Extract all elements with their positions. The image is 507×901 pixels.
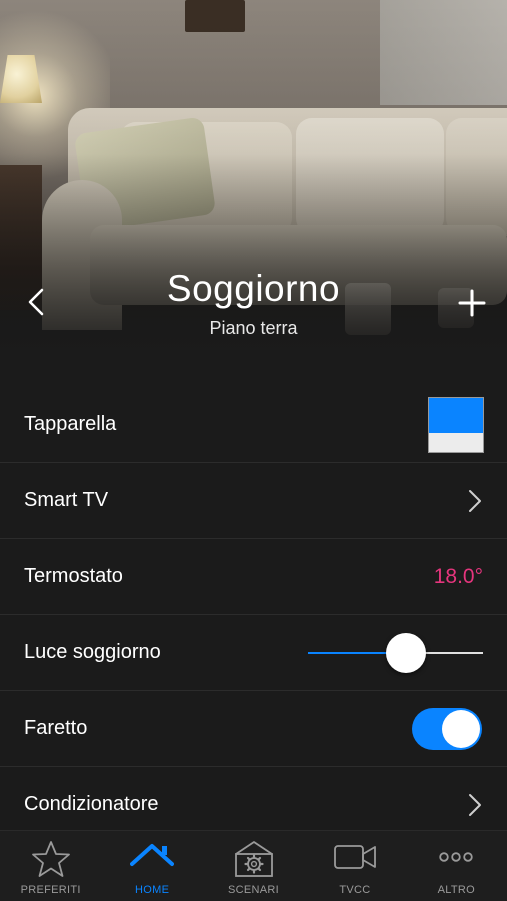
tab-preferiti[interactable]: PREFERITI (0, 831, 101, 901)
video-camera-icon (334, 845, 376, 869)
tab-label: PREFERITI (20, 884, 81, 896)
device-row-smart-tv[interactable]: Smart TV (0, 463, 507, 539)
device-row-faretto[interactable]: Faretto (0, 691, 507, 767)
page-title: Soggiorno (166, 268, 341, 309)
tab-altro[interactable]: ALTRO (406, 831, 507, 901)
tab-bar: PREFERITI HOME SCENARI TVCC ALTRO (0, 830, 507, 901)
dimmer-slider[interactable] (308, 633, 483, 673)
device-list: Tapparella Smart TV Termostato 18.0° Luc… (0, 387, 507, 843)
device-row-termostato[interactable]: Termostato 18.0° (0, 539, 507, 615)
faretto-toggle[interactable] (412, 708, 482, 750)
chevron-right-icon (469, 490, 481, 512)
device-label: Faretto (24, 717, 88, 739)
home-icon (130, 844, 175, 866)
blind-position-control[interactable] (428, 397, 484, 453)
blind-position-fill (429, 398, 483, 433)
tab-home[interactable]: HOME (101, 831, 202, 901)
tab-label: HOME (135, 884, 170, 896)
add-button[interactable] (452, 283, 492, 323)
device-row-tapparella[interactable]: Tapparella (0, 387, 507, 463)
tab-label: SCENARI (228, 884, 280, 896)
star-icon (31, 841, 70, 877)
device-label: Tapparella (24, 413, 117, 435)
device-label: Termostato (24, 565, 123, 587)
device-row-luce-soggiorno[interactable]: Luce soggiorno (0, 615, 507, 691)
device-label: Smart TV (24, 489, 109, 511)
tab-label: TVCC (339, 884, 371, 896)
more-dots-icon (439, 852, 474, 862)
device-label: Luce soggiorno (24, 641, 161, 663)
chevron-right-icon (469, 794, 481, 816)
plus-icon (458, 289, 486, 317)
slider-knob[interactable] (386, 633, 426, 673)
page-subtitle: Piano terra (209, 318, 298, 338)
tab-tvcc[interactable]: TVCC (304, 831, 405, 901)
temperature-value: 18.0° (433, 565, 483, 588)
tab-label: ALTRO (437, 884, 475, 896)
toggle-knob (442, 710, 480, 748)
tab-scenari[interactable]: SCENARI (203, 831, 304, 901)
gear-house-icon (234, 841, 273, 877)
